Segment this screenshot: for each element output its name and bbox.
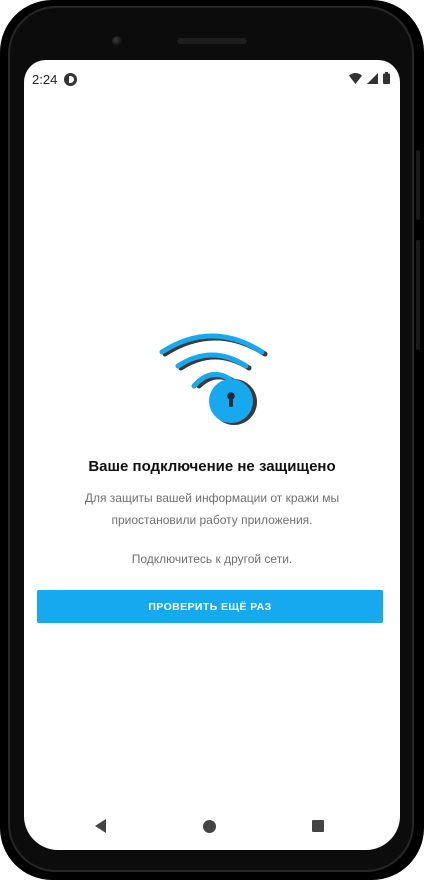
- front-camera: [112, 36, 122, 46]
- power-button: [416, 150, 420, 220]
- retry-button[interactable]: ПРОВЕРИТЬ ЕЩЁ РАЗ: [37, 590, 383, 623]
- battery-icon: [383, 72, 390, 84]
- volume-button: [416, 240, 420, 350]
- earpiece-speaker: [177, 38, 247, 44]
- recents-square-icon[interactable]: [312, 820, 324, 832]
- description-text: Для защиты вашей информации от кражи мы …: [84, 491, 340, 527]
- app-notification-icon: [64, 73, 77, 86]
- screen: 2:24 Ваше подключение не защищено Для за…: [24, 60, 400, 850]
- status-time: 2:24: [32, 72, 58, 87]
- hint-text: Подключитесь к другой сети.: [131, 552, 293, 566]
- navigation-bar: [24, 805, 400, 849]
- wifi-padlock-icon: [150, 322, 274, 432]
- wifi-icon: [349, 72, 362, 84]
- cellular-signal-icon: [367, 72, 378, 84]
- status-icons: [349, 72, 390, 84]
- home-circle-icon[interactable]: [203, 820, 216, 833]
- status-bar: 2:24: [24, 60, 400, 100]
- page-title: Ваше подключение не защищено: [88, 458, 336, 475]
- back-triangle-icon[interactable]: [95, 819, 106, 833]
- phone-frame: 2:24 Ваше подключение не защищено Для за…: [0, 0, 424, 880]
